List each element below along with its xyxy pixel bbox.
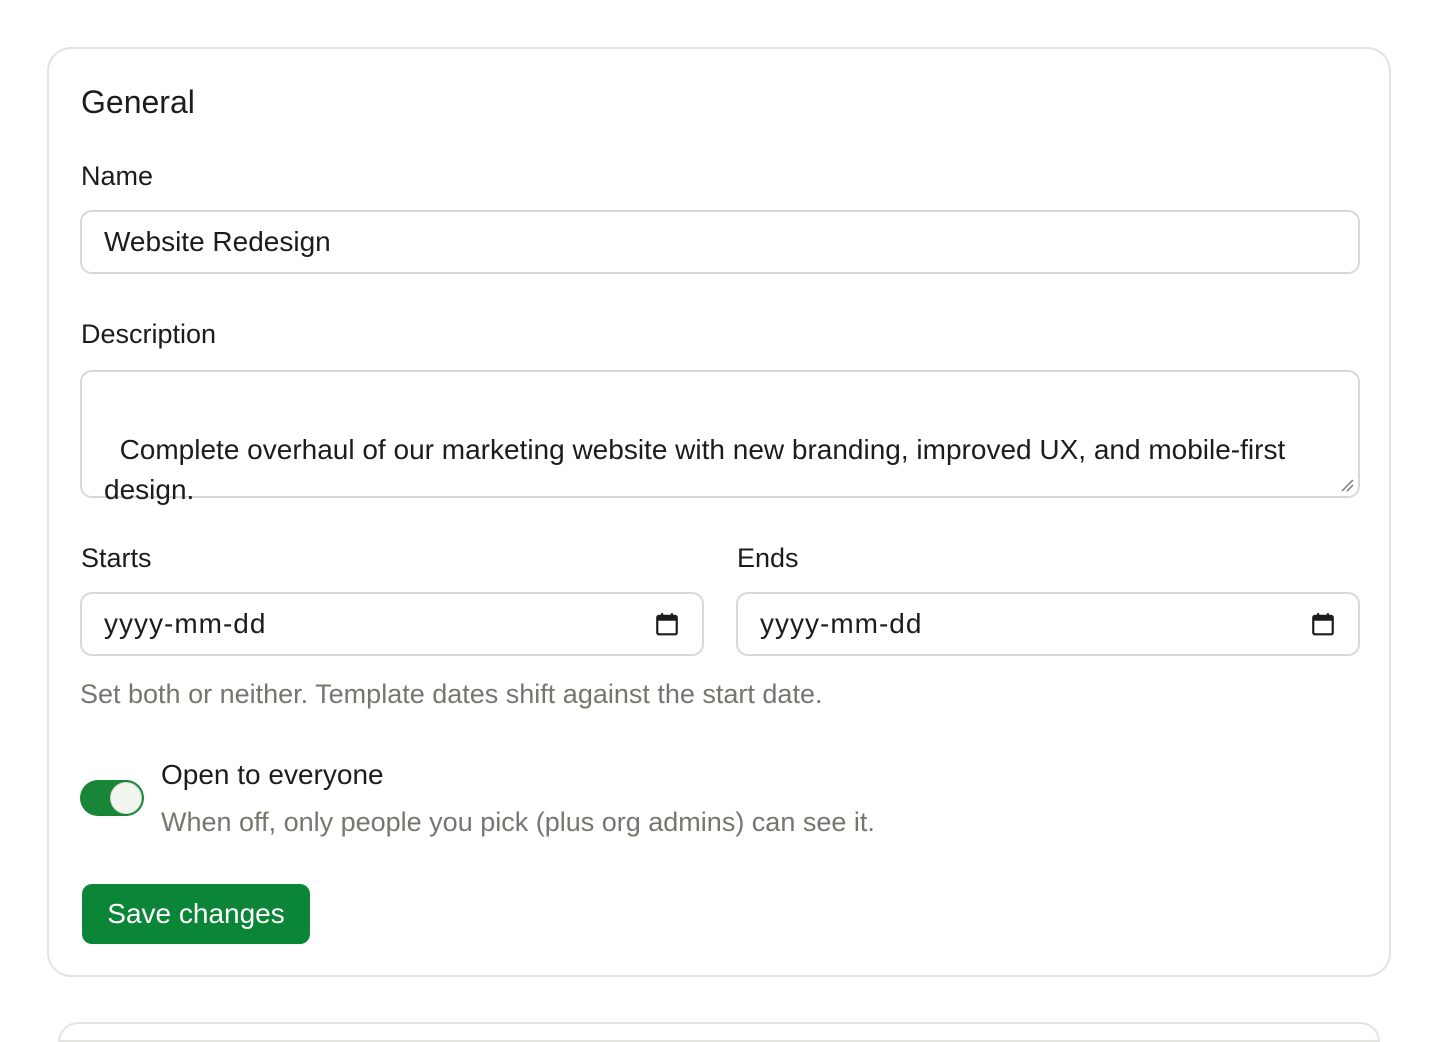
dates-hint-text: Set both or neither. Template dates shif…: [80, 679, 823, 709]
description-label: Description: [81, 319, 217, 349]
name-label: Name: [81, 161, 154, 191]
section-title: General: [81, 84, 195, 120]
calendar-icon[interactable]: [1310, 611, 1336, 637]
open-to-everyone-toggle[interactable]: [80, 780, 144, 816]
ends-label: Ends: [737, 543, 799, 573]
starts-date-input[interactable]: yyyy-mm-dd: [80, 592, 704, 656]
toggle-description: When off, only people you pick (plus org…: [161, 807, 875, 837]
toggle-title: Open to everyone: [161, 759, 384, 790]
toggle-knob: [110, 782, 142, 814]
description-value: Complete overhaul of our marketing websi…: [104, 434, 1294, 505]
name-input[interactable]: Website Redesign: [80, 210, 1360, 274]
resize-handle-icon[interactable]: [1340, 478, 1354, 492]
description-textarea[interactable]: Complete overhaul of our marketing websi…: [80, 370, 1360, 505]
ends-date-input[interactable]: yyyy-mm-dd: [736, 592, 1360, 656]
save-changes-button[interactable]: Save changes: [82, 884, 310, 944]
next-section-card: [58, 1022, 1380, 1042]
name-input-value: Website Redesign: [104, 226, 331, 257]
calendar-icon[interactable]: [654, 611, 680, 637]
ends-date-placeholder: yyyy-mm-dd: [760, 608, 923, 639]
starts-label: Starts: [81, 543, 152, 573]
starts-date-placeholder: yyyy-mm-dd: [104, 608, 267, 639]
